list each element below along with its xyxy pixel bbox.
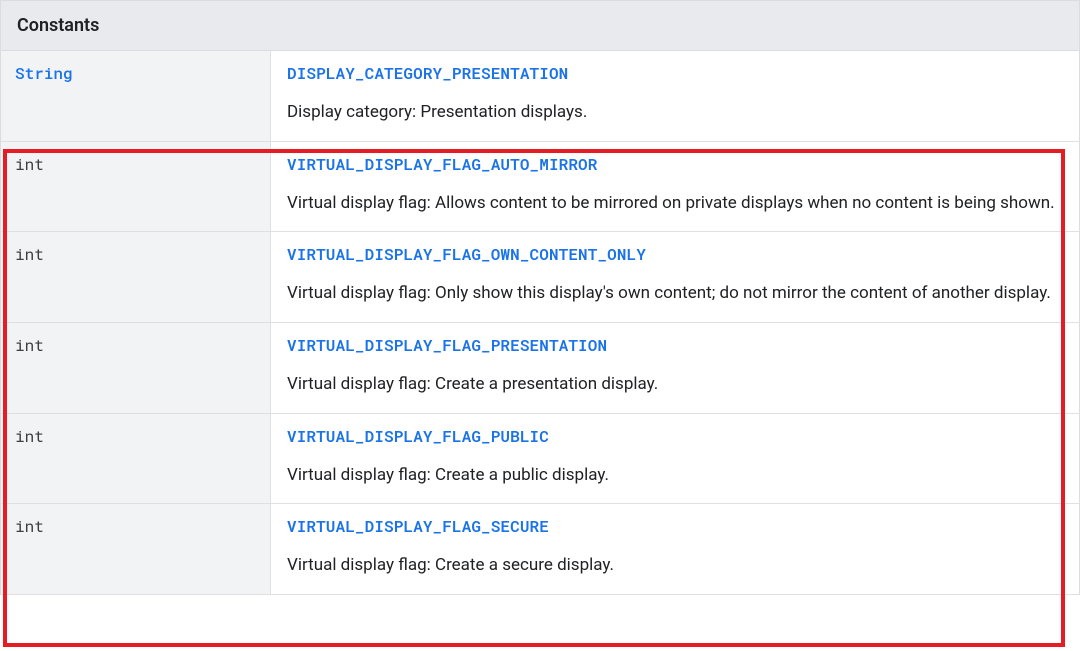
table-header-title: Constants	[17, 15, 99, 36]
value-cell: VIRTUAL_DISPLAY_FLAG_OWN_CONTENT_ONLY Vir…	[271, 232, 1079, 322]
page-container: Constants String DISPLAY_CATEGORY_PRESENT…	[0, 0, 1080, 595]
type-link[interactable]: String	[15, 63, 73, 84]
constant-name-link[interactable]: VIRTUAL_DISPLAY_FLAG_PRESENTATION	[287, 335, 607, 356]
table-row: int VIRTUAL_DISPLAY_FLAG_PRESENTATION Virt…	[1, 323, 1079, 414]
table-row: int VIRTUAL_DISPLAY_FLAG_OWN_CONTENT_ONLY…	[1, 232, 1079, 323]
value-cell: VIRTUAL_DISPLAY_FLAG_SECURE Virtual displ…	[271, 504, 1079, 594]
table-row: String DISPLAY_CATEGORY_PRESENTATION Displ…	[1, 51, 1079, 142]
constant-name-link[interactable]: VIRTUAL_DISPLAY_FLAG_SECURE	[287, 516, 549, 537]
type-cell: int	[1, 504, 271, 594]
type-cell: int	[1, 323, 271, 413]
constant-name-link[interactable]: VIRTUAL_DISPLAY_FLAG_PUBLIC	[287, 426, 549, 447]
table-row: int VIRTUAL_DISPLAY_FLAG_PUBLIC Virtual di…	[1, 414, 1079, 505]
constant-name-link[interactable]: VIRTUAL_DISPLAY_FLAG_AUTO_MIRROR	[287, 154, 597, 175]
constants-table: Constants String DISPLAY_CATEGORY_PRESENT…	[0, 0, 1080, 595]
table-header-row: Constants	[1, 1, 1079, 51]
type-text: int	[15, 426, 44, 447]
constant-description: Virtual display flag: Allows content to …	[287, 191, 1063, 216]
type-cell: String	[1, 51, 271, 141]
constant-description: Virtual display flag: Create a presentat…	[287, 372, 1063, 397]
constant-description: Virtual display flag: Create a public di…	[287, 463, 1063, 488]
value-cell: VIRTUAL_DISPLAY_FLAG_PRESENTATION Virtual…	[271, 323, 1079, 413]
value-cell: VIRTUAL_DISPLAY_FLAG_AUTO_MIRROR Virtual …	[271, 142, 1079, 232]
type-text: int	[15, 516, 44, 537]
value-cell: DISPLAY_CATEGORY_PRESENTATION Display cat…	[271, 51, 1079, 141]
constant-description: Virtual display flag: Create a secure di…	[287, 553, 1063, 578]
table-row: int VIRTUAL_DISPLAY_FLAG_SECURE Virtual di…	[1, 504, 1079, 595]
type-cell: int	[1, 232, 271, 322]
type-cell: int	[1, 414, 271, 504]
value-cell: VIRTUAL_DISPLAY_FLAG_PUBLIC Virtual displ…	[271, 414, 1079, 504]
constant-name-link[interactable]: VIRTUAL_DISPLAY_FLAG_OWN_CONTENT_ONLY	[287, 244, 646, 265]
type-text: int	[15, 244, 44, 265]
constant-description: Virtual display flag: Only show this dis…	[287, 281, 1063, 306]
type-text: int	[15, 154, 44, 175]
constant-name-link[interactable]: DISPLAY_CATEGORY_PRESENTATION	[287, 63, 568, 84]
constant-description: Display category: Presentation displays.	[287, 100, 1063, 125]
type-cell: int	[1, 142, 271, 232]
type-text: int	[15, 335, 44, 356]
table-row: int VIRTUAL_DISPLAY_FLAG_AUTO_MIRROR Virtu…	[1, 142, 1079, 233]
